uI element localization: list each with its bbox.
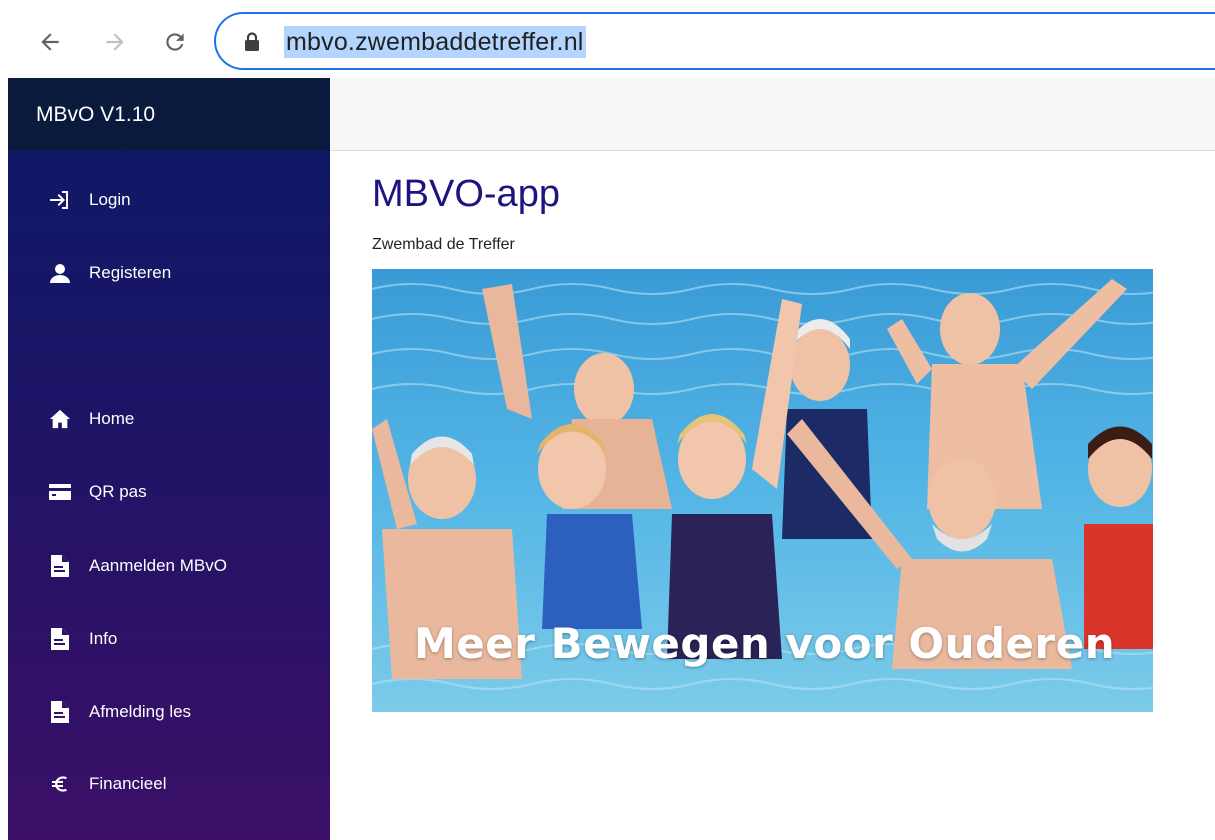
sidebar-header: MBvO V1.10	[8, 78, 330, 151]
arrow-right-icon	[106, 33, 124, 51]
login-icon	[46, 186, 74, 214]
sidebar-item-financieel[interactable]: Financieel	[8, 760, 330, 808]
sidebar-item-info[interactable]: Info	[8, 615, 330, 663]
user-icon	[46, 259, 74, 287]
arrow-left-icon	[41, 33, 59, 51]
sidebar-item-label: Info	[89, 629, 118, 648]
hero-caption: Meer Bewegen voor Ouderen	[414, 619, 1116, 668]
page-title: MBVO-app	[372, 173, 560, 215]
sidebar-item-label: Registeren	[89, 263, 172, 282]
sidebar-item-qr-pas[interactable]: QR pas	[8, 468, 330, 516]
lock-icon	[245, 32, 259, 51]
sidebar-item-label: Aanmelden MBvO	[89, 556, 227, 575]
page-subtitle: Zwembad de Treffer	[372, 236, 515, 253]
reload-icon	[166, 33, 184, 51]
home-icon	[46, 405, 74, 433]
back-button[interactable]	[30, 22, 70, 62]
url-text[interactable]: mbvo.zwembaddetreffer.nl	[284, 26, 586, 58]
forward-button[interactable]	[95, 22, 135, 62]
reload-button[interactable]	[155, 22, 195, 62]
sidebar-item-label: QR pas	[89, 482, 147, 501]
address-bar[interactable]: mbvo.zwembaddetreffer.nl	[214, 12, 1215, 70]
browser-toolbar: mbvo.zwembaddetreffer.nl	[0, 0, 1215, 78]
card-icon	[46, 478, 74, 506]
sidebar-item-afmelding-les[interactable]: Afmelding les	[8, 688, 330, 736]
sidebar-item-aanmelden-mbvo[interactable]: Aanmelden MBvO	[8, 542, 330, 590]
sidebar-item-login[interactable]: Login	[8, 176, 330, 224]
document-icon	[46, 698, 74, 726]
sidebar: MBvO V1.10 Login Registeren Home QR pas …	[8, 78, 330, 840]
sidebar-item-label: Login	[89, 190, 131, 209]
sidebar-item-home[interactable]: Home	[8, 395, 330, 443]
sidebar-item-registeren[interactable]: Registeren	[8, 249, 330, 297]
hero-image: Meer Bewegen voor Ouderen	[372, 269, 1153, 712]
sidebar-item-label: Afmelding les	[89, 702, 192, 721]
document-icon	[46, 552, 74, 580]
sidebar-item-label: Financieel	[89, 774, 167, 793]
euro-icon	[46, 770, 74, 798]
content-header-bar	[330, 78, 1215, 151]
document-icon	[46, 625, 74, 653]
app-brand[interactable]: MBvO V1.10	[36, 103, 155, 127]
sidebar-item-label: Home	[89, 409, 135, 428]
